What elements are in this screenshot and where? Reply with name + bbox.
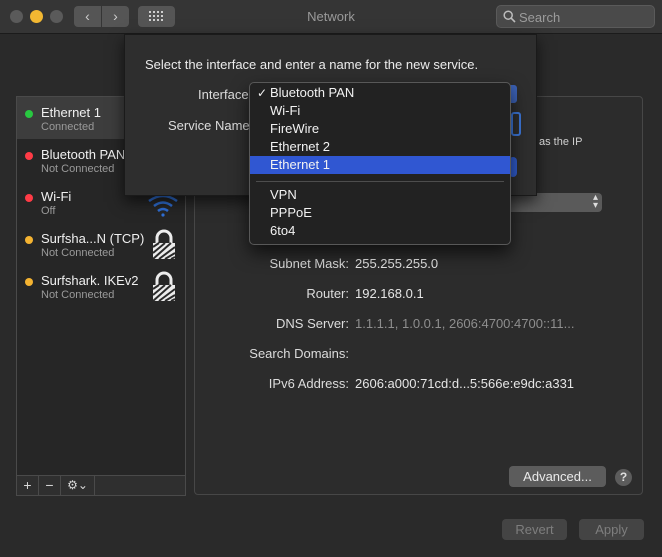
ipv6-address-label: IPv6 Address:	[268, 376, 349, 391]
menu-item-ethernet-2[interactable]: Ethernet 2	[250, 138, 510, 156]
menu-item-ethernet-1[interactable]: Ethernet 1	[250, 156, 510, 174]
vpn-lock-icon	[152, 271, 176, 302]
gear-menu-button[interactable]: ⚙⌄	[61, 476, 95, 495]
search-box[interactable]	[496, 5, 655, 28]
service-item-surfshark-ikev2[interactable]: Surfshark. IKEv2 Not Connected	[17, 265, 185, 307]
service-name: Surfsha...N (TCP)	[41, 231, 145, 246]
service-status: Not Connected	[41, 163, 115, 175]
service-name-label: Service Name	[168, 118, 250, 133]
search-icon	[503, 10, 516, 23]
menu-item-firewire[interactable]: FireWire	[250, 120, 510, 138]
router-label: Router:	[306, 286, 349, 301]
dns-server-value: 1.1.1.1, 1.0.0.1, 2606:4700:4700::11...	[355, 316, 575, 331]
router-value: 192.168.0.1	[355, 286, 424, 301]
add-service-button[interactable]: +	[17, 476, 39, 495]
status-dot	[25, 152, 33, 160]
status-dot	[25, 110, 33, 118]
status-dot	[25, 194, 33, 202]
menu-item-wifi[interactable]: Wi-Fi	[250, 102, 510, 120]
service-name: Ethernet 1	[41, 105, 101, 120]
menu-item-bluetooth-pan[interactable]: ✓ Bluetooth PAN	[250, 84, 510, 102]
configure-hint-text: as the IP	[539, 136, 583, 148]
search-input[interactable]	[519, 8, 649, 26]
service-name: Wi-Fi	[41, 189, 72, 204]
checkmark-icon: ✓	[257, 86, 268, 100]
service-item-surfshark-tcp[interactable]: Surfsha...N (TCP) Not Connected	[17, 223, 185, 265]
menu-item-6to4[interactable]: 6to4	[250, 222, 510, 240]
wifi-icon	[148, 194, 178, 217]
ipv6-address-value: 2606:a000:71cd:d...5:566e:e9dc:a331	[355, 376, 575, 391]
revert-button[interactable]: Revert	[502, 519, 567, 540]
status-dot	[25, 236, 33, 244]
apply-button[interactable]: Apply	[579, 519, 644, 540]
menu-item-pppoe[interactable]: PPPoE	[250, 204, 510, 222]
dns-server-label: DNS Server:	[276, 316, 349, 331]
service-status: Off	[41, 205, 56, 217]
service-name: Surfshark. IKEv2	[41, 273, 139, 288]
vpn-lock-icon	[152, 229, 176, 260]
subnet-mask-value: 255.255.255.0	[355, 256, 439, 271]
search-domains-label: Search Domains:	[249, 346, 349, 361]
advanced-button[interactable]: Advanced...	[509, 466, 606, 487]
remove-service-button[interactable]: −	[39, 476, 61, 495]
gear-icon: ⚙⌄	[67, 478, 88, 492]
sheet-prompt: Select the interface and enter a name fo…	[145, 57, 479, 72]
service-status: Not Connected	[41, 289, 115, 301]
interface-dropdown-menu: ✓ Bluetooth PAN Wi-Fi FireWire Ethernet …	[249, 82, 511, 245]
subnet-mask-label: Subnet Mask:	[269, 256, 350, 271]
menu-separator	[256, 181, 504, 182]
service-name-field[interactable]	[511, 112, 521, 136]
service-name: Bluetooth PAN	[41, 147, 126, 162]
status-dot	[25, 278, 33, 286]
service-list-toolbar: + − ⚙⌄	[16, 476, 186, 496]
chevron-updown-icon: ▴ ▾	[592, 192, 598, 211]
title-bar: ‹ › Network	[0, 0, 662, 34]
menu-item-vpn[interactable]: VPN	[250, 186, 510, 204]
interface-label: Interface	[198, 87, 249, 102]
service-status: Not Connected	[41, 247, 115, 259]
help-button[interactable]: ?	[615, 469, 632, 486]
service-status: Connected	[41, 121, 95, 133]
